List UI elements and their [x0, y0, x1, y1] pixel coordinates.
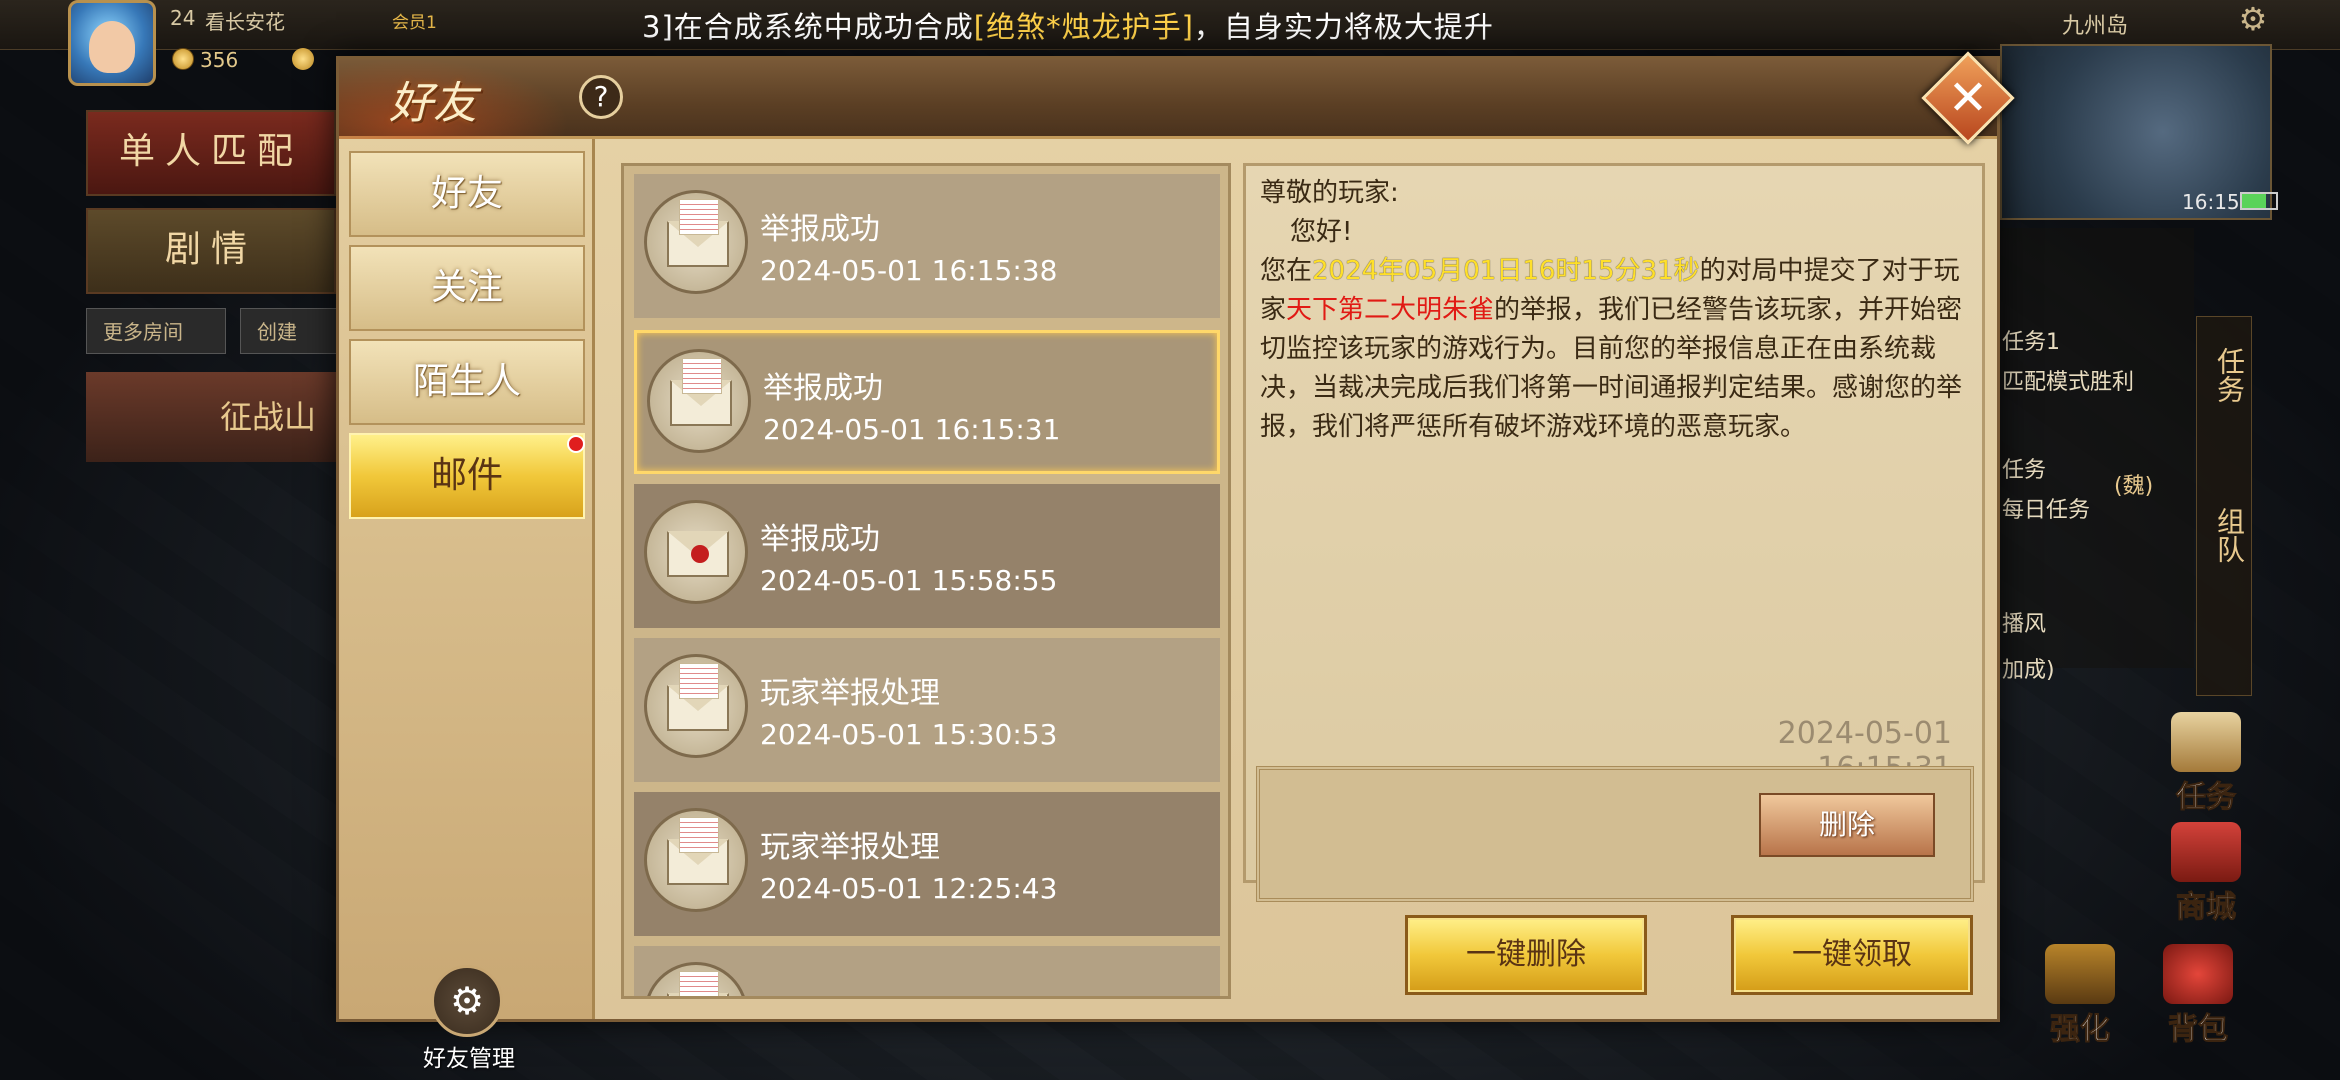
envelope-open-icon [644, 190, 748, 294]
create-room-button[interactable]: 创建 [240, 308, 340, 354]
task-text: 加成) [2002, 658, 2055, 683]
mail-title: 举报成功 [760, 522, 880, 557]
announcement-suffix: ，自身实力将极大提升 [1193, 10, 1494, 44]
task-button-label: 任务 [2176, 780, 2237, 816]
delete-all-button[interactable]: 一键删除 [1405, 915, 1647, 995]
player-name: 看长安花 [205, 10, 285, 34]
bag-icon [2163, 944, 2233, 1004]
mail-paragraph: 您在2024年05月01日16时15分31秒的对局中提交了对于玩家天下第二大明朱… [1260, 252, 1972, 447]
mail-time: 2024-05-01 16:15:31 [763, 413, 1061, 446]
friends-dialog: 好友 ? ✕ 好友 关注 陌生人 邮件 ⚙ 好友管理 举报成功 2024-05-… [336, 51, 2015, 1072]
gold-coin-icon [172, 48, 194, 70]
tab-strangers[interactable]: 陌生人 [349, 339, 585, 425]
battery-icon [2240, 192, 2278, 210]
report-date: 2024年05月01日16时15分31秒 [1312, 256, 1700, 286]
task-text: 任务 [2002, 458, 2047, 483]
mail-item[interactable]: 玩家举报处理 2024-05-01 12:25:43 [634, 792, 1220, 936]
player-avatar[interactable] [68, 0, 156, 86]
claim-all-button[interactable]: 一键领取 [1731, 915, 1973, 995]
shop-button-label: 商城 [2176, 890, 2237, 926]
system-announcement: 3]在合成系统中成功合成[绝煞*烛龙护手]，自身实力将极大提升 [642, 4, 1494, 46]
book-icon [2171, 712, 2241, 772]
shop-button[interactable]: 商城 [2156, 822, 2256, 926]
anvil-icon [2045, 944, 2115, 1004]
friend-manage-label[interactable]: 好友管理 [399, 1039, 539, 1073]
mail-body: 尊敬的玩家: 您好! 您在2024年05月01日16时15分31秒的对局中提交了… [1260, 174, 1972, 447]
friend-manage-icon[interactable]: ⚙ [431, 965, 503, 1037]
tab-task[interactable]: 任务 [2209, 347, 2249, 403]
mail-item-selected[interactable]: 举报成功 2024-05-01 16:15:31 [634, 330, 1220, 474]
mail-text: 您在 [1260, 256, 1313, 286]
story-button[interactable]: 剧情 [86, 208, 336, 294]
mail-item[interactable]: 举报成功 2024-05-01 16:15:38 [634, 174, 1220, 318]
task-text: 每日任务 [2002, 498, 2091, 523]
mail-title: 举报成功 [763, 371, 883, 406]
right-side-tabs: 任务 组队 [2196, 316, 2252, 696]
dialog-title: 好友 [389, 78, 477, 129]
more-rooms-button[interactable]: 更多房间 [86, 308, 226, 354]
map-name: 九州岛 [2062, 14, 2129, 39]
gear-icon[interactable]: ⚙ [2236, 2, 2270, 36]
vip-badge: 会员1 [392, 13, 437, 33]
task-button[interactable]: 任务 [2156, 712, 2256, 816]
mail-list[interactable]: 举报成功 2024-05-01 16:15:38 举报成功 2024-05-01… [621, 163, 1231, 999]
task-tracker-panel[interactable]: 任务1 匹配模式胜利 任务 每日任务 (魏) 播风 加成) [1994, 228, 2194, 683]
mail-time: 2024-05-01 12:25:43 [760, 872, 1058, 905]
bag-button[interactable]: 背包 [2148, 944, 2248, 1048]
bag-button-label: 背包 [2168, 1012, 2229, 1048]
announcement-prefix: 3]在合成系统中成功合成 [642, 10, 974, 44]
tab-following[interactable]: 关注 [349, 245, 585, 331]
envelope-open-icon [644, 962, 748, 996]
mail-time: 2024-05-01 16:15:38 [760, 254, 1058, 287]
mail-item-partial[interactable] [634, 946, 1220, 996]
envelope-open-icon [644, 808, 748, 912]
mail-hello: 您好! [1290, 217, 1353, 247]
coin-icon [292, 48, 314, 70]
tab-mail[interactable]: 邮件 [349, 433, 585, 519]
mail-time: 2024-05-01 15:58:55 [760, 564, 1058, 597]
dialog-header: 好友 ? ✕ [339, 51, 2015, 145]
task-text: (魏) [2114, 474, 2154, 499]
mail-title: 举报成功 [760, 212, 880, 247]
mail-item[interactable]: 玩家举报处理 2024-05-01 15:30:53 [634, 638, 1220, 782]
envelope-open-icon [644, 654, 748, 758]
clock: 16:15 [2182, 190, 2240, 214]
dialog-sidebar: 好友 关注 陌生人 邮件 ⚙ 好友管理 [339, 139, 595, 1072]
mail-title: 玩家举报处理 [760, 676, 940, 711]
delete-button[interactable]: 删除 [1759, 793, 1935, 857]
gold-count: 356 [200, 48, 239, 72]
envelope-sealed-icon [644, 500, 748, 604]
mail-detail-panel: 尊敬的玩家: 您好! 您在2024年05月01日16时15分31秒的对局中提交了… [1243, 163, 1985, 902]
tab-team[interactable]: 组队 [2209, 507, 2249, 563]
envelope-open-icon [647, 349, 751, 453]
task-text: 匹配模式胜利 [2002, 370, 2135, 395]
reported-player: 天下第二大明朱雀 [1286, 295, 1495, 325]
mail-notification-dot [567, 435, 585, 453]
task-text: 播风 [2002, 612, 2047, 637]
shop-icon [2171, 822, 2241, 882]
enhance-button-label: 强化 [2050, 1012, 2111, 1048]
mail-item[interactable]: 举报成功 2024-05-01 15:58:55 [634, 484, 1220, 628]
close-icon: ✕ [1947, 70, 1989, 126]
mail-title: 玩家举报处理 [760, 830, 940, 865]
mail-time: 2024-05-01 15:30:53 [760, 718, 1058, 751]
player-level: 24 [170, 6, 196, 30]
help-button[interactable]: ? [579, 75, 623, 119]
enhance-button[interactable]: 强化 [2030, 944, 2130, 1048]
tab-friends[interactable]: 好友 [349, 151, 585, 237]
mail-greeting: 尊敬的玩家: [1260, 178, 1399, 208]
task-text: 任务1 [2002, 330, 2060, 355]
announcement-item: [绝煞*烛龙护手] [973, 10, 1194, 44]
campaign-banner[interactable]: 征战山 [86, 372, 336, 462]
solo-match-button[interactable]: 单人匹配 [86, 110, 336, 196]
